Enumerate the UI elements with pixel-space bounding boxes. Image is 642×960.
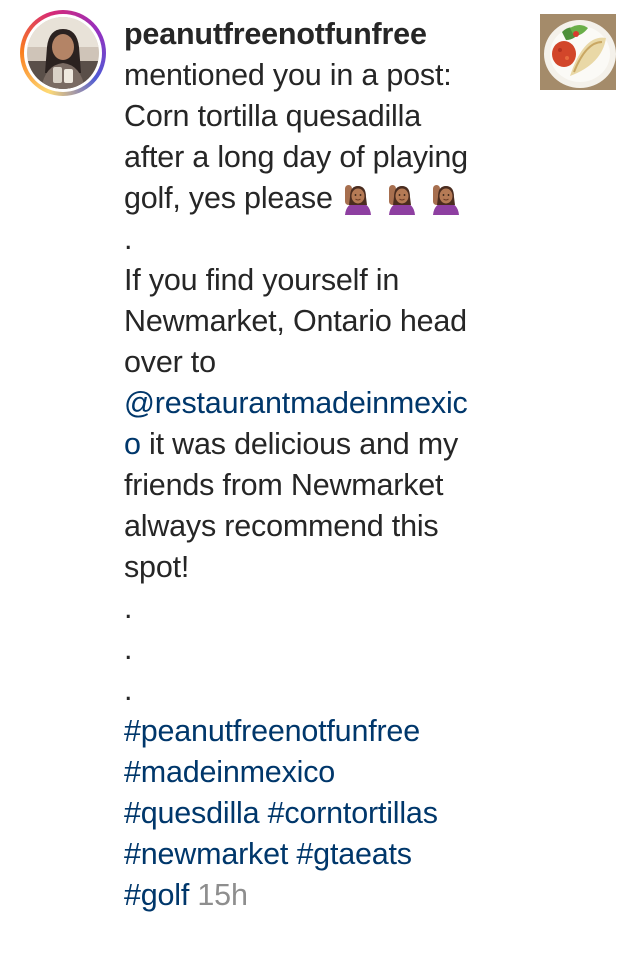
- separator-dot: .: [124, 673, 133, 707]
- body-line: always recommend this: [124, 509, 439, 543]
- hashtag-link[interactable]: #gtaeats: [296, 837, 412, 871]
- body-line: spot!: [124, 550, 190, 584]
- hashtag-link[interactable]: #madeinmexico: [124, 752, 524, 793]
- person-raising-hand-emoji-icon: [344, 184, 371, 215]
- separator-dot: .: [124, 591, 133, 625]
- hashtag-link[interactable]: #corntortillas: [268, 796, 438, 830]
- action-text: mentioned you in a post:: [124, 58, 452, 92]
- quesadilla-plate-photo-icon: [540, 14, 616, 90]
- username-link[interactable]: peanutfreenotfunfree: [124, 17, 427, 51]
- mention-link[interactable]: @restaurantmadeinmexic: [124, 383, 524, 424]
- body-line: it was delicious and my: [140, 427, 459, 461]
- separator-dot: .: [124, 632, 133, 666]
- mention-link[interactable]: o: [124, 427, 141, 461]
- caption-line: golf, yes please: [124, 181, 333, 215]
- notification-text: peanutfreenotfunfree mentioned you in a …: [124, 14, 524, 916]
- caption-line: Corn tortilla quesadilla: [124, 99, 421, 133]
- separator-dot: .: [124, 222, 133, 256]
- hashtag-link[interactable]: #newmarket: [124, 837, 288, 871]
- body-line: If you find yourself in: [124, 263, 400, 297]
- profile-photo-icon: [27, 17, 99, 89]
- caption-line: after a long day of playing: [124, 140, 468, 174]
- body-line: Newmarket, Ontario head: [124, 304, 467, 338]
- story-ring[interactable]: [20, 10, 106, 96]
- timestamp: 15h: [197, 878, 248, 912]
- person-raising-hand-emoji-icon: [432, 184, 459, 215]
- hashtag-link[interactable]: #quesdilla: [124, 796, 260, 830]
- body-line: over to: [124, 345, 216, 379]
- avatar[interactable]: [27, 17, 99, 89]
- post-thumbnail[interactable]: [540, 14, 616, 90]
- hashtag-link[interactable]: #peanutfreenotfunfree: [124, 711, 524, 752]
- hashtag-link[interactable]: #golf: [124, 878, 189, 912]
- emoji-group: [341, 181, 463, 215]
- person-raising-hand-emoji-icon: [388, 184, 415, 215]
- body-line: friends from Newmarket: [124, 468, 444, 502]
